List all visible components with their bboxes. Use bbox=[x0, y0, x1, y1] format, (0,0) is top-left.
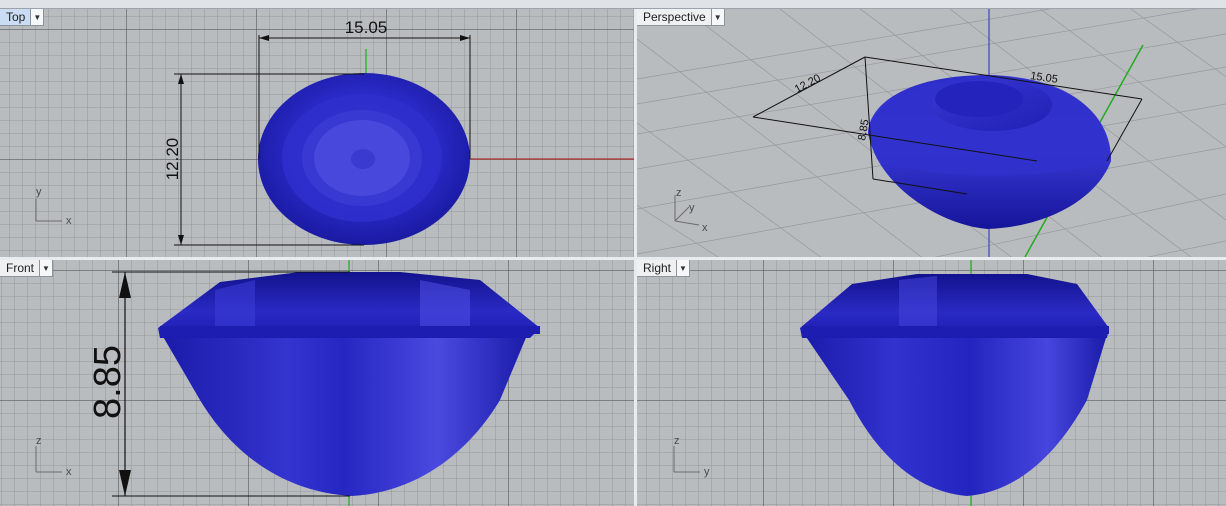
gem-right-facet bbox=[899, 276, 937, 326]
viewport-tab-top[interactable]: Top ▼ bbox=[0, 9, 45, 26]
top-view-canvas: 15.05 12.20 y x bbox=[35, 18, 634, 246]
chevron-down-icon[interactable]: ▼ bbox=[39, 260, 53, 276]
viewport-perspective[interactable]: 15.05 12.20 8.85 z y x Perspective ▼ bbox=[637, 9, 1226, 257]
viewport-tab-right[interactable]: Right ▼ bbox=[637, 260, 691, 277]
dim-height-label: 12.20 bbox=[163, 138, 182, 181]
viewport-title-right: Right bbox=[643, 261, 672, 275]
viewport-top[interactable]: 15.05 12.20 y x Top ▼ bbox=[0, 9, 634, 257]
axis-label-x: x bbox=[702, 222, 708, 234]
viewport-right[interactable]: z y Right ▼ bbox=[637, 260, 1226, 506]
dim-width-label: 15.05 bbox=[345, 18, 388, 37]
axis-label-x: x bbox=[66, 215, 72, 227]
chevron-down-icon[interactable]: ▼ bbox=[710, 9, 724, 25]
right-view-canvas: z y bbox=[673, 260, 1109, 506]
gem-right-girdle bbox=[802, 326, 1109, 334]
viewport-title-front: Front bbox=[6, 261, 35, 275]
gem-right-pavilion bbox=[800, 328, 1109, 496]
viewport-tab-perspective[interactable]: Perspective ▼ bbox=[637, 9, 725, 26]
viewport-front[interactable]: 8.85 z x Front ▼ bbox=[0, 260, 634, 506]
axis-label-x: x bbox=[66, 466, 72, 478]
front-view-canvas: 8.85 z x bbox=[35, 260, 540, 506]
chevron-down-icon[interactable]: ▼ bbox=[676, 260, 690, 276]
viewport-splitter-horizontal[interactable] bbox=[0, 257, 1226, 260]
gem-perspective-table-inner bbox=[935, 81, 1023, 117]
title-strip bbox=[0, 0, 1226, 9]
dim-depth-label: 12.20 bbox=[793, 72, 823, 96]
perspective-view-canvas: 15.05 12.20 8.85 z y x bbox=[637, 9, 1226, 257]
axis-label-z: z bbox=[674, 435, 680, 447]
viewport-title-top: Top bbox=[0, 9, 31, 25]
viewport-tab-front[interactable]: Front ▼ bbox=[0, 260, 54, 277]
gem-front-girdle bbox=[160, 326, 540, 334]
chevron-down-icon[interactable]: ▼ bbox=[30, 9, 44, 25]
axis-label-z: z bbox=[36, 435, 42, 447]
axis-label-y: y bbox=[36, 186, 42, 198]
dim-height-label: 8.85 bbox=[87, 345, 129, 419]
axis-label-y: y bbox=[704, 466, 710, 478]
viewport-title-perspective: Perspective bbox=[643, 10, 706, 24]
axis-label-z: z bbox=[676, 187, 682, 199]
gem-top-culet bbox=[351, 149, 375, 169]
gem-front-pavilion bbox=[158, 328, 530, 496]
axis-label-y: y bbox=[689, 202, 695, 214]
